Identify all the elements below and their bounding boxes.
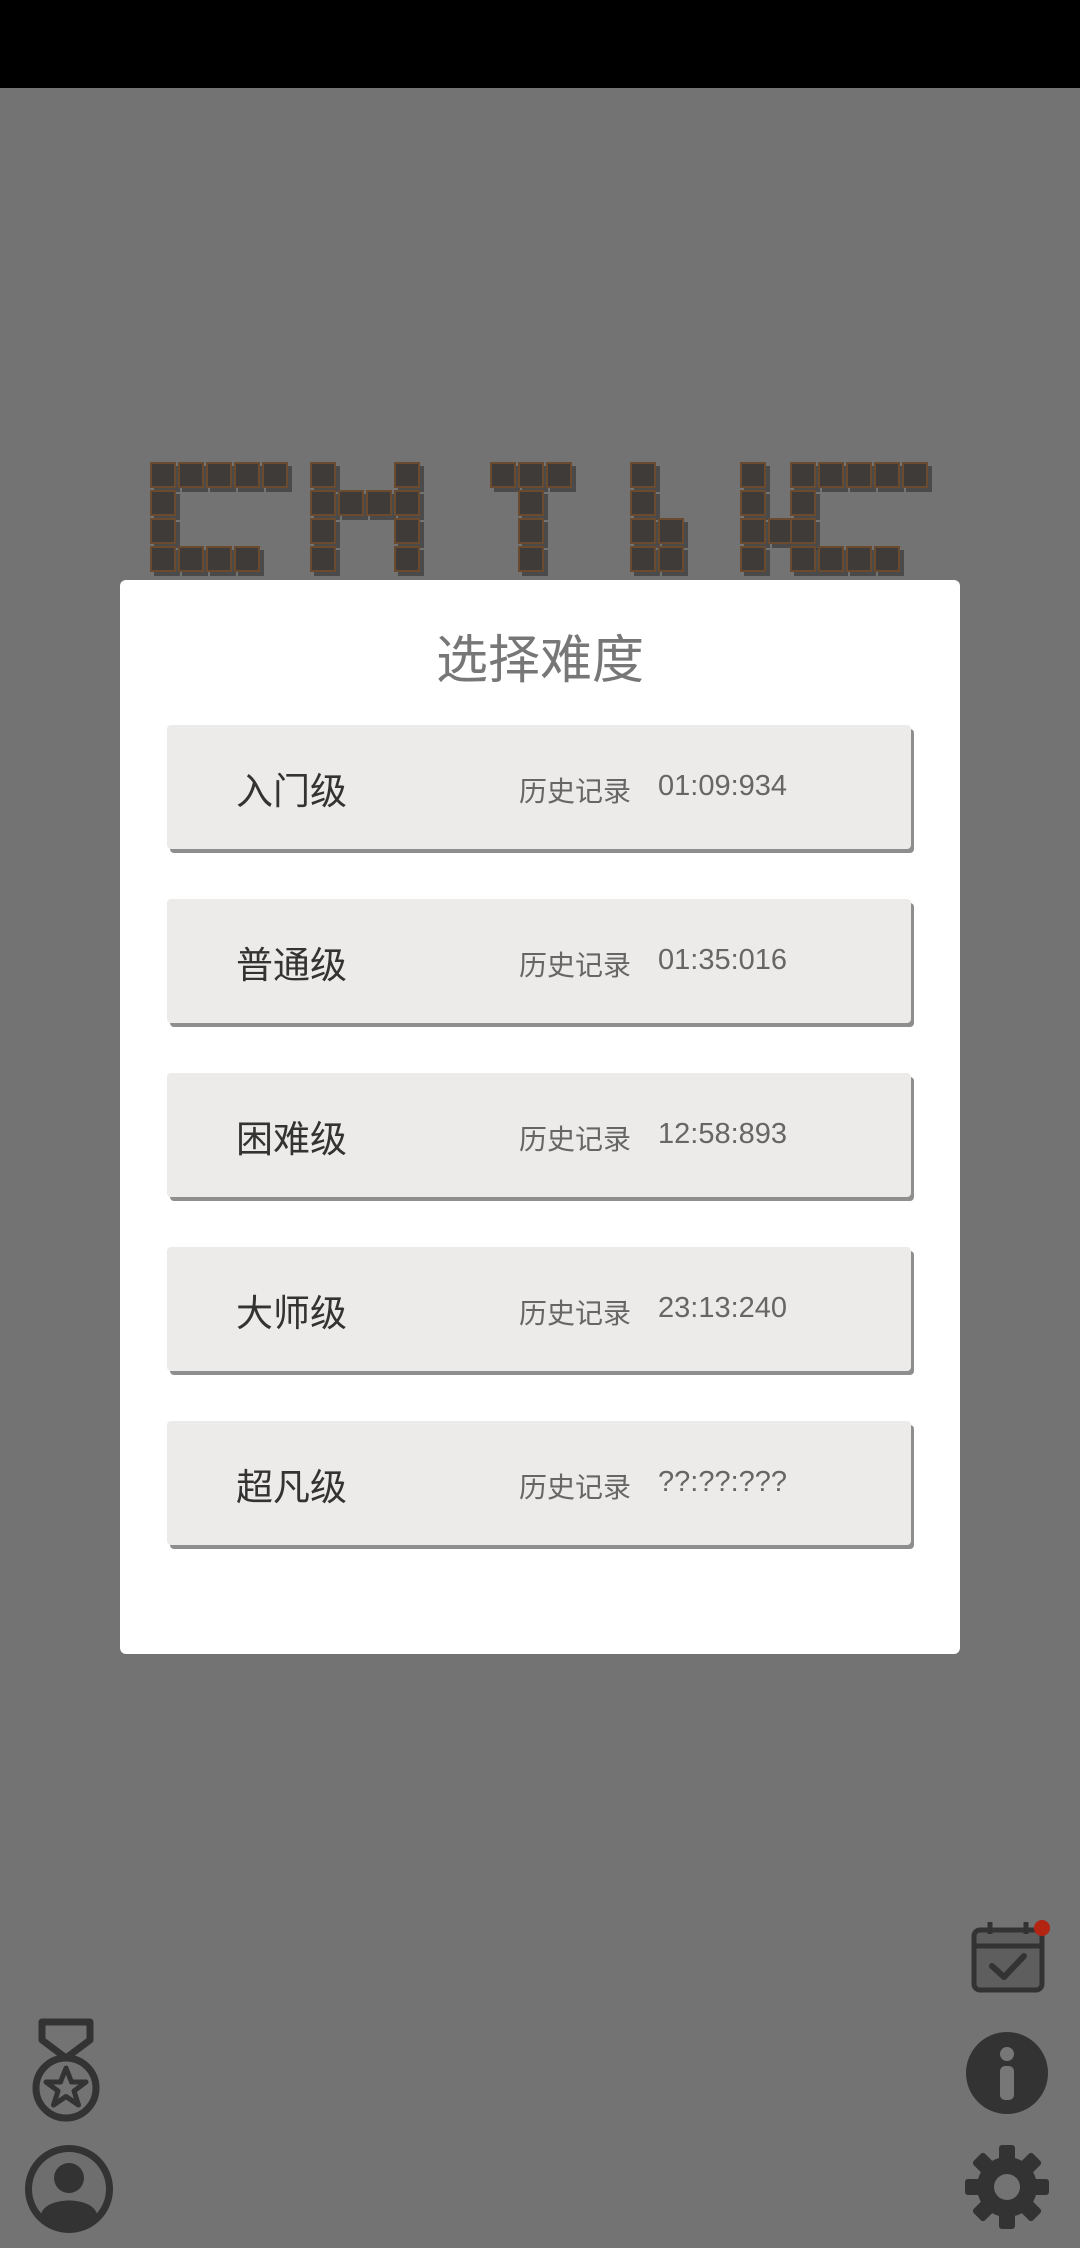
level-button-master[interactable]: 大师级 历史记录 23:13:240: [167, 1247, 911, 1371]
medal-star-icon: [32, 2018, 100, 2122]
logo-block: [310, 546, 336, 572]
logo-block: [178, 546, 204, 572]
logo-block: [518, 490, 544, 516]
record-label: 历史记录: [519, 949, 632, 982]
record-label: 历史记录: [519, 775, 632, 808]
logo-block: [178, 462, 204, 488]
logo-block: [846, 462, 872, 488]
logo-block: [366, 490, 392, 516]
record-time: 12:58:893: [658, 1118, 788, 1150]
logo-block: [874, 462, 900, 488]
logo-block: [630, 462, 656, 488]
gear-icon: [965, 2145, 1049, 2229]
logo-block: [206, 462, 232, 488]
logo-block: [206, 546, 232, 572]
logo-block: [490, 462, 516, 488]
level-button-transcendent[interactable]: 超凡级 历史记录 ??:??:???: [167, 1421, 911, 1545]
logo-block: [818, 546, 844, 572]
logo-block: [234, 546, 260, 572]
record-label: 历史记录: [519, 1123, 632, 1156]
level-name: 超凡级: [236, 1466, 347, 1509]
level-name: 入门级: [236, 770, 347, 813]
record-time: 01:09:934: [658, 770, 788, 802]
dialog-title: 选择难度: [435, 631, 644, 691]
logo-block: [790, 518, 816, 544]
logo-block: [394, 490, 420, 516]
logo-block: [310, 518, 336, 544]
logo-block: [658, 546, 684, 572]
logo-block: [790, 462, 816, 488]
status-bar: [0, 0, 1080, 88]
record-time: 01:35:016: [658, 944, 788, 976]
logo-block: [394, 518, 420, 544]
logo-block: [234, 462, 260, 488]
settings-button[interactable]: [962, 2142, 1052, 2232]
logo-block: [630, 518, 656, 544]
daily-challenge-button[interactable]: [966, 1920, 1056, 1996]
level-button-normal[interactable]: 普通级 历史记录 01:35:016: [167, 899, 911, 1023]
record-label: 历史记录: [519, 1471, 632, 1504]
level-name: 困难级: [236, 1118, 347, 1161]
level-button-hard[interactable]: 困难级 历史记录 12:58:893: [167, 1073, 911, 1197]
game-logo: [150, 462, 950, 582]
logo-block: [902, 462, 928, 488]
info-button[interactable]: [964, 2030, 1050, 2116]
achievements-button[interactable]: [28, 2018, 108, 2126]
logo-block: [150, 518, 176, 544]
logo-block: [790, 490, 816, 516]
level-button-beginner[interactable]: 入门级 历史记录 01:09:934: [167, 725, 911, 849]
logo-block: [740, 462, 766, 488]
logo-block: [740, 518, 766, 544]
logo-block: [518, 546, 544, 572]
profile-button[interactable]: [24, 2144, 114, 2234]
logo-block: [658, 518, 684, 544]
logo-block: [262, 462, 288, 488]
logo-block: [790, 546, 816, 572]
level-name: 大师级: [236, 1292, 347, 1335]
logo-block: [740, 490, 766, 516]
logo-block: [150, 490, 176, 516]
record-time: 23:13:240: [658, 1292, 788, 1324]
logo-block: [518, 462, 544, 488]
level-name: 普通级: [236, 944, 347, 987]
logo-block: [310, 490, 336, 516]
logo-block: [874, 546, 900, 572]
info-icon: [966, 2032, 1048, 2114]
logo-block: [310, 462, 336, 488]
logo-block: [394, 462, 420, 488]
record-time: ??:??:???: [658, 1466, 788, 1498]
notification-dot: [1034, 1920, 1050, 1936]
difficulty-dialog: 选择难度 入门级 历史记录 01:09:934 普通级 历史记录 01:35:0…: [120, 580, 960, 1654]
logo-block: [338, 490, 364, 516]
logo-block: [630, 546, 656, 572]
logo-block: [546, 462, 572, 488]
record-label: 历史记录: [519, 1297, 632, 1330]
logo-block: [394, 546, 420, 572]
logo-block: [740, 546, 766, 572]
logo-block: [818, 462, 844, 488]
logo-block: [846, 546, 872, 572]
logo-block: [150, 462, 176, 488]
user-avatar-icon: [25, 2145, 113, 2233]
logo-block: [630, 490, 656, 516]
logo-block: [518, 518, 544, 544]
logo-block: [150, 546, 176, 572]
